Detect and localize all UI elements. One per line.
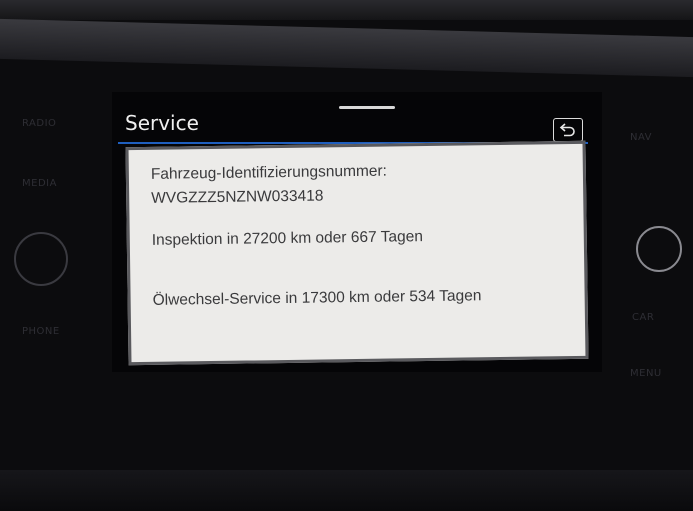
dashboard-bezel-bottom	[0, 470, 693, 511]
hw-button-nav[interactable]: NAV	[630, 132, 652, 143]
vin-value: WVGZZZ5NZNW033418	[151, 187, 324, 207]
service-info-panel: Fahrzeug-Identifizierungsnummer: WVGZZZ5…	[125, 140, 589, 366]
back-arrow-icon	[559, 123, 575, 137]
vin-label: Fahrzeug-Identifizierungsnummer:	[150, 162, 388, 183]
back-button[interactable]	[553, 118, 583, 142]
hw-button-menu[interactable]: MENU	[630, 368, 662, 379]
volume-knob[interactable]	[14, 232, 68, 286]
hw-button-car[interactable]: CAR	[632, 312, 654, 323]
pull-down-handle[interactable]	[339, 106, 395, 109]
page-title: Service	[125, 111, 199, 135]
inspection-due: Inspektion in 27200 km oder 667 Tagen	[151, 228, 424, 249]
dashboard-bezel-top	[0, 0, 693, 20]
hw-button-radio[interactable]: RADIO	[22, 118, 56, 129]
oil-change-due: Ölwechsel-Service in 17300 km oder 534 T…	[152, 287, 482, 309]
hw-button-phone[interactable]: PHONE	[22, 326, 60, 337]
tune-knob[interactable]	[636, 226, 682, 272]
dashboard-trim-strip	[0, 18, 693, 78]
hw-button-media[interactable]: MEDIA	[22, 178, 57, 189]
